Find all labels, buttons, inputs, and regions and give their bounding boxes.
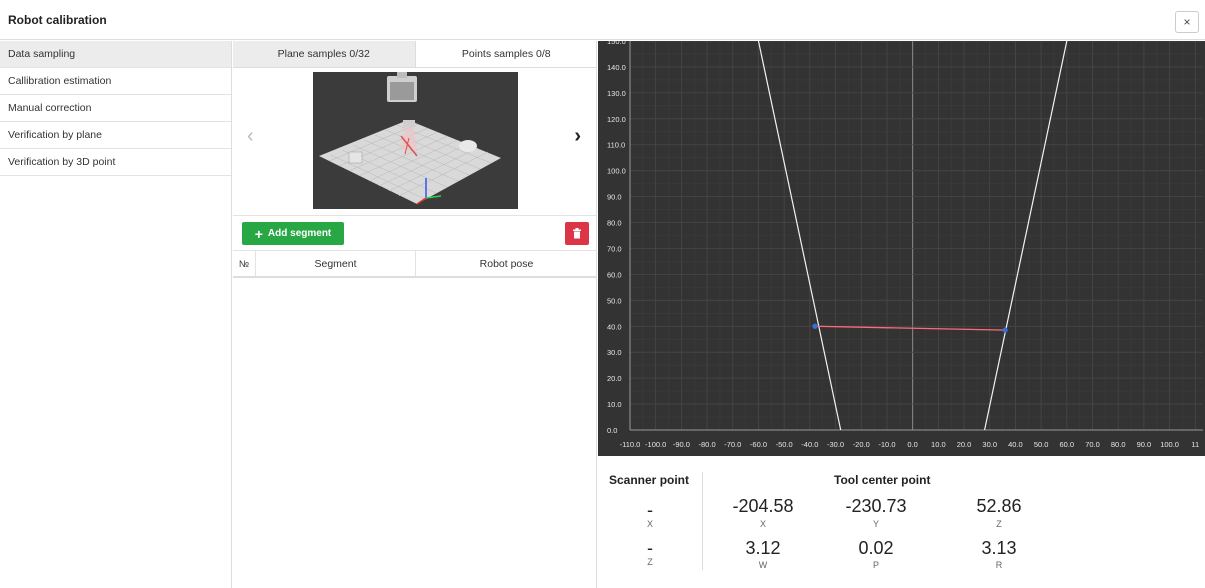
y-tick-label: 110.0 — [607, 141, 625, 150]
column-number: № — [233, 251, 256, 276]
close-button[interactable]: × — [1175, 11, 1199, 33]
scanner-x-label: X — [646, 519, 653, 529]
x-tick-label: 30.0 — [982, 440, 997, 449]
x-tick-label: 50.0 — [1034, 440, 1049, 449]
x-tick-label: -10.0 — [878, 440, 895, 449]
segments-table: № Segment Robot pose — [233, 251, 597, 278]
y-tick-label: 100.0 — [607, 167, 626, 176]
column-robot-pose: Robot pose — [479, 258, 534, 270]
add-segment-button[interactable]: + Add segment — [242, 222, 344, 245]
y-tick-label: 90.0 — [607, 193, 622, 202]
sidebar-item-manual-correction[interactable]: Manual correction — [0, 95, 231, 122]
tcp-w-value: 3.12 — [745, 538, 781, 558]
y-tick-label: 50.0 — [607, 296, 622, 305]
sidebar: Data sampling Callibration estimation Ma… — [0, 41, 232, 588]
readout-divider — [702, 472, 703, 570]
close-icon: × — [1183, 15, 1191, 29]
window-title: Robot calibration — [8, 13, 107, 27]
x-tick-label: -40.0 — [801, 440, 818, 449]
x-tick-label: 0.0 — [907, 440, 917, 449]
tcp-r-value: 3.13 — [981, 538, 1017, 558]
x-tick-label: -60.0 — [750, 440, 767, 449]
x-tick-label: 80.0 — [1111, 440, 1126, 449]
x-tick-label: -110.0 — [620, 440, 641, 449]
segment-end-point — [1002, 327, 1008, 333]
y-tick-label: 140.0 — [607, 63, 626, 72]
column-segment: Segment — [256, 251, 416, 276]
tcp-z-label: Z — [996, 519, 1002, 529]
y-tick-label: 120.0 — [607, 115, 626, 124]
tcp-p-value: 0.02 — [858, 538, 894, 558]
carousel-prev-icon[interactable]: ‹ — [247, 126, 254, 146]
x-tick-label: 90.0 — [1137, 440, 1152, 449]
y-tick-label: 60.0 — [607, 270, 622, 279]
sidebar-item-data-sampling[interactable]: Data sampling — [0, 41, 231, 68]
tool-center-point-title: Tool center point — [834, 473, 931, 487]
y-tick-label: 70.0 — [607, 244, 622, 253]
x-tick-label: -50.0 — [776, 440, 793, 449]
preview-carousel: ‹ › — [233, 68, 597, 214]
tcp-y-value: -230.73 — [845, 496, 907, 516]
tcp-z-value: 52.86 — [976, 496, 1022, 516]
x-tick-label: -20.0 — [853, 440, 870, 449]
x-tick-label: -90.0 — [673, 440, 690, 449]
x-tick-label: 11 — [1191, 440, 1199, 449]
x-tick-label: 10.0 — [931, 440, 946, 449]
y-tick-label: 30.0 — [607, 348, 622, 357]
scene-preview-image — [313, 72, 518, 209]
y-tick-label: 150.0 — [607, 41, 626, 46]
tcp-y-label: Y — [872, 519, 879, 529]
y-tick-label: 0.0 — [607, 426, 617, 435]
x-tick-label: 100.0 — [1160, 440, 1179, 449]
title-bar: Robot calibration × — [0, 0, 1205, 40]
scanner-z-label: Z — [647, 557, 653, 567]
x-tick-label: 20.0 — [957, 440, 972, 449]
tab-points-samples[interactable]: Points samples 0/8 — [416, 41, 598, 67]
sample-tabs: Plane samples 0/32 Points samples 0/8 — [233, 41, 597, 68]
y-tick-label: 10.0 — [607, 400, 622, 409]
segment-start-point — [812, 323, 818, 329]
x-tick-label: -80.0 — [699, 440, 716, 449]
tcp-x-label: X — [759, 519, 766, 529]
y-tick-label: 20.0 — [607, 374, 622, 383]
tcp-w-label: W — [758, 560, 768, 570]
x-tick-label: -70.0 — [724, 440, 741, 449]
x-tick-label: 60.0 — [1060, 440, 1075, 449]
sidebar-item-verification-by-plane[interactable]: Verification by plane — [0, 122, 231, 149]
sidebar-item-callibration-estimation[interactable]: Callibration estimation — [0, 68, 231, 95]
x-tick-label: -30.0 — [827, 440, 844, 449]
scanner-profile-plot[interactable]: -110.0 -100.0 -90.0 -80.0 -70.0 -60.0 -50.0 -40… — [598, 41, 1205, 456]
carousel-next-icon[interactable]: › — [574, 126, 581, 146]
sampling-panel: Plane samples 0/32 Points samples 0/8 ‹ — [233, 41, 597, 588]
x-tick-label: 70.0 — [1085, 440, 1100, 449]
tcp-x-value: -204.58 — [732, 496, 794, 516]
point-readout: Scanner point Tool center point - X - Z … — [598, 456, 1205, 588]
trash-icon — [573, 228, 581, 239]
tab-plane-samples[interactable]: Plane samples 0/32 — [233, 41, 416, 67]
robot-calibration-window: Robot calibration × Data sampling Callib… — [0, 0, 1205, 588]
y-tick-label: 130.0 — [607, 89, 626, 98]
scanner-point-title: Scanner point — [609, 473, 690, 487]
tcp-p-label: P — [872, 560, 879, 570]
add-segment-label: Add segment — [267, 228, 332, 239]
scanner-z-value: - — [647, 538, 653, 558]
segments-table-header: № Segment Robot pose — [233, 251, 597, 278]
x-tick-label: -100.0 — [645, 440, 666, 449]
plus-icon: + — [254, 225, 263, 242]
delete-segment-button[interactable] — [565, 222, 589, 245]
segment-toolbar: + Add segment — [233, 215, 597, 251]
y-tick-label: 80.0 — [607, 219, 622, 228]
scanner-x-value: - — [647, 500, 653, 520]
sidebar-item-verification-by-3d-point[interactable]: Verification by 3D point — [0, 149, 231, 176]
y-tick-label: 40.0 — [607, 322, 622, 331]
tcp-r-label: R — [995, 560, 1003, 570]
x-tick-label: 40.0 — [1008, 440, 1023, 449]
